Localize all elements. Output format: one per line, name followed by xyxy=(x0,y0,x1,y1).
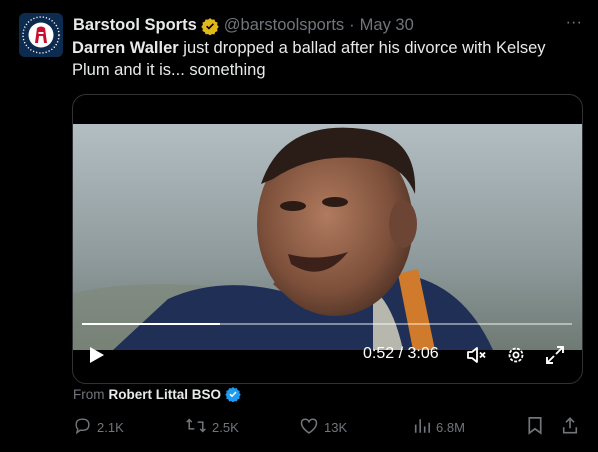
post-date[interactable]: May 30 xyxy=(360,16,414,35)
blue-verified-badge-icon xyxy=(225,386,241,402)
more-options-icon[interactable]: ··· xyxy=(566,13,582,32)
author-handle[interactable]: @barstoolsports xyxy=(224,16,344,35)
video-progress-bar[interactable] xyxy=(82,323,572,325)
views-button[interactable]: 6.8M xyxy=(413,416,465,438)
separator-dot: · xyxy=(349,15,355,34)
play-icon[interactable] xyxy=(87,345,107,365)
repost-count: 2.5K xyxy=(212,419,239,435)
views-count: 6.8M xyxy=(436,419,465,435)
share-icon[interactable] xyxy=(561,416,579,435)
gold-verified-badge-icon xyxy=(201,17,219,35)
action-bar: 2.1K 2.5K 13K 6.8M xyxy=(73,416,583,442)
views-icon xyxy=(413,416,431,438)
tweet-header: Barstool Sports @barstoolsports · May 30… xyxy=(73,13,582,37)
repost-icon xyxy=(185,416,207,438)
like-button[interactable]: 13K xyxy=(299,416,347,438)
muted-speaker-icon[interactable] xyxy=(466,345,488,365)
author-name[interactable]: Barstool Sports xyxy=(73,16,197,35)
reply-button[interactable]: 2.1K xyxy=(73,416,124,438)
reply-count: 2.1K xyxy=(97,419,124,435)
tweet-text: Darren Waller just dropped a ballad afte… xyxy=(72,37,587,81)
bookmark-icon[interactable] xyxy=(527,416,543,435)
gear-icon[interactable] xyxy=(506,345,526,365)
barstool-logo-icon[interactable] xyxy=(19,13,63,57)
repost-button[interactable]: 2.5K xyxy=(185,416,239,438)
video-source: From Robert Littal BSO xyxy=(73,386,241,402)
video-time-readout: 0:52 / 3:06 xyxy=(363,345,439,362)
heart-icon xyxy=(299,416,319,438)
source-name[interactable]: Robert Littal BSO xyxy=(109,387,222,402)
expand-icon[interactable] xyxy=(544,345,566,365)
mentioned-name: Darren Waller xyxy=(72,39,179,57)
like-count: 13K xyxy=(324,419,348,435)
video-player[interactable]: 0:52 / 3:06 xyxy=(72,94,583,384)
source-prefix: From xyxy=(73,386,105,402)
video-frame[interactable] xyxy=(73,124,582,350)
video-progress-fill xyxy=(82,323,221,325)
reply-icon xyxy=(73,416,92,438)
